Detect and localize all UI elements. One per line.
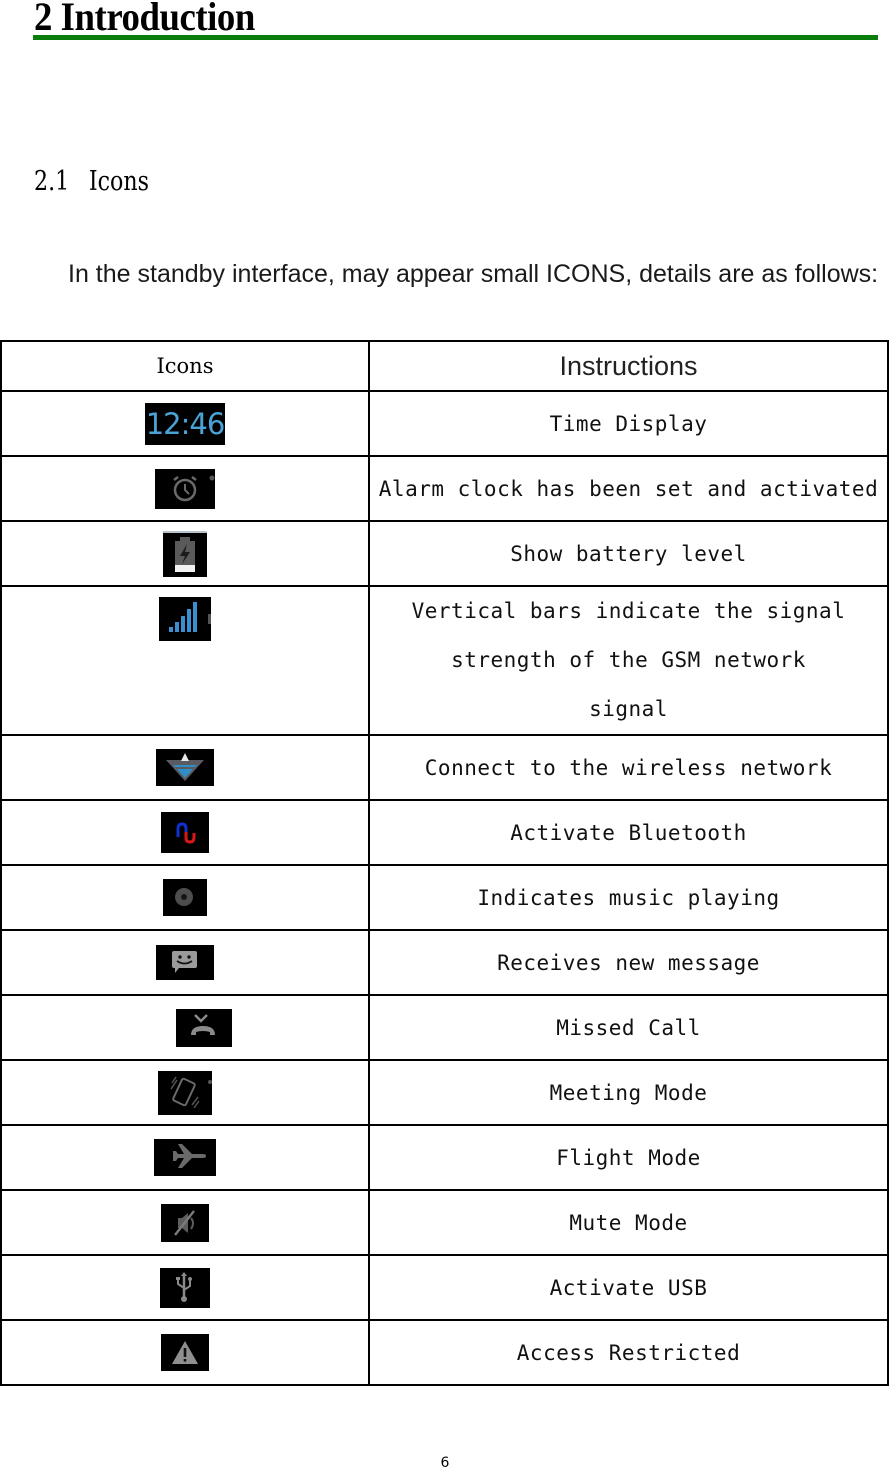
table-row: Vertical bars indicate the signal streng… bbox=[0, 585, 889, 736]
row-description: Access Restricted bbox=[368, 1319, 889, 1386]
row-description: Vertical bars indicate the signal streng… bbox=[368, 585, 889, 736]
row-description: Alarm clock has been set and activated bbox=[368, 455, 889, 522]
heading-underline bbox=[33, 35, 878, 40]
music-disc-icon bbox=[163, 879, 207, 916]
row-description: Mute Mode bbox=[368, 1189, 889, 1256]
wifi-icon bbox=[156, 749, 214, 786]
table-row: Show battery level bbox=[0, 520, 889, 587]
table-row: Connect to the wireless network bbox=[0, 734, 889, 801]
icons-table: Icons Instructions 12:46 Time Display Al… bbox=[0, 340, 889, 1386]
table-row: Activate Bluetooth bbox=[0, 799, 889, 866]
section-title: Icons bbox=[88, 166, 150, 197]
row-description: Flight Mode bbox=[368, 1124, 889, 1191]
row-description: Indicates music playing bbox=[368, 864, 889, 931]
row-description: Show battery level bbox=[368, 520, 889, 587]
clock-time-icon: 12:46 bbox=[145, 402, 225, 445]
airplane-icon bbox=[154, 1139, 216, 1176]
table-row: Meeting Mode bbox=[0, 1059, 889, 1126]
table-row: Activate USB bbox=[0, 1254, 889, 1321]
row-description: Time Display bbox=[368, 390, 889, 457]
usb-icon bbox=[160, 1267, 210, 1308]
table-row: Missed Call bbox=[0, 994, 889, 1061]
row-description: Receives new message bbox=[368, 929, 889, 996]
section-number: 2.1 bbox=[34, 166, 70, 197]
page-number: 6 bbox=[440, 1455, 450, 1471]
vibrate-icon bbox=[158, 1070, 212, 1115]
chapter-heading: 2 Introduction bbox=[34, 0, 255, 39]
row-description: Connect to the wireless network bbox=[368, 734, 889, 801]
row-description: Activate USB bbox=[368, 1254, 889, 1321]
missed-call-icon bbox=[176, 1008, 232, 1047]
table-row: Indicates music playing bbox=[0, 864, 889, 931]
battery-charging-icon bbox=[163, 530, 207, 577]
row-description: Meeting Mode bbox=[368, 1059, 889, 1126]
row-description: Missed Call bbox=[368, 994, 889, 1061]
table-row: Alarm clock has been set and activated bbox=[0, 455, 889, 522]
warning-icon bbox=[161, 1334, 209, 1371]
intro-text: In the standby interface, may appear sma… bbox=[68, 260, 879, 288]
table-row: Access Restricted bbox=[0, 1319, 889, 1386]
section-heading: 2.1 Icons bbox=[34, 164, 149, 200]
message-icon bbox=[156, 945, 214, 980]
bluetooth-icon bbox=[161, 812, 209, 853]
table-row: 12:46 Time Display bbox=[0, 390, 889, 457]
table-row: Mute Mode bbox=[0, 1189, 889, 1256]
header-icons: Icons bbox=[0, 340, 370, 392]
header-instructions: Instructions bbox=[368, 340, 889, 392]
row-description: Activate Bluetooth bbox=[368, 799, 889, 866]
signal-strength-icon bbox=[159, 597, 211, 641]
mute-icon bbox=[161, 1203, 209, 1242]
alarm-clock-icon bbox=[155, 468, 215, 509]
table-header-row: Icons Instructions bbox=[0, 340, 889, 392]
intro-paragraph: In the standby interface, may appear sma… bbox=[12, 250, 882, 298]
table-row: Flight Mode bbox=[0, 1124, 889, 1191]
table-row: Receives new message bbox=[0, 929, 889, 996]
